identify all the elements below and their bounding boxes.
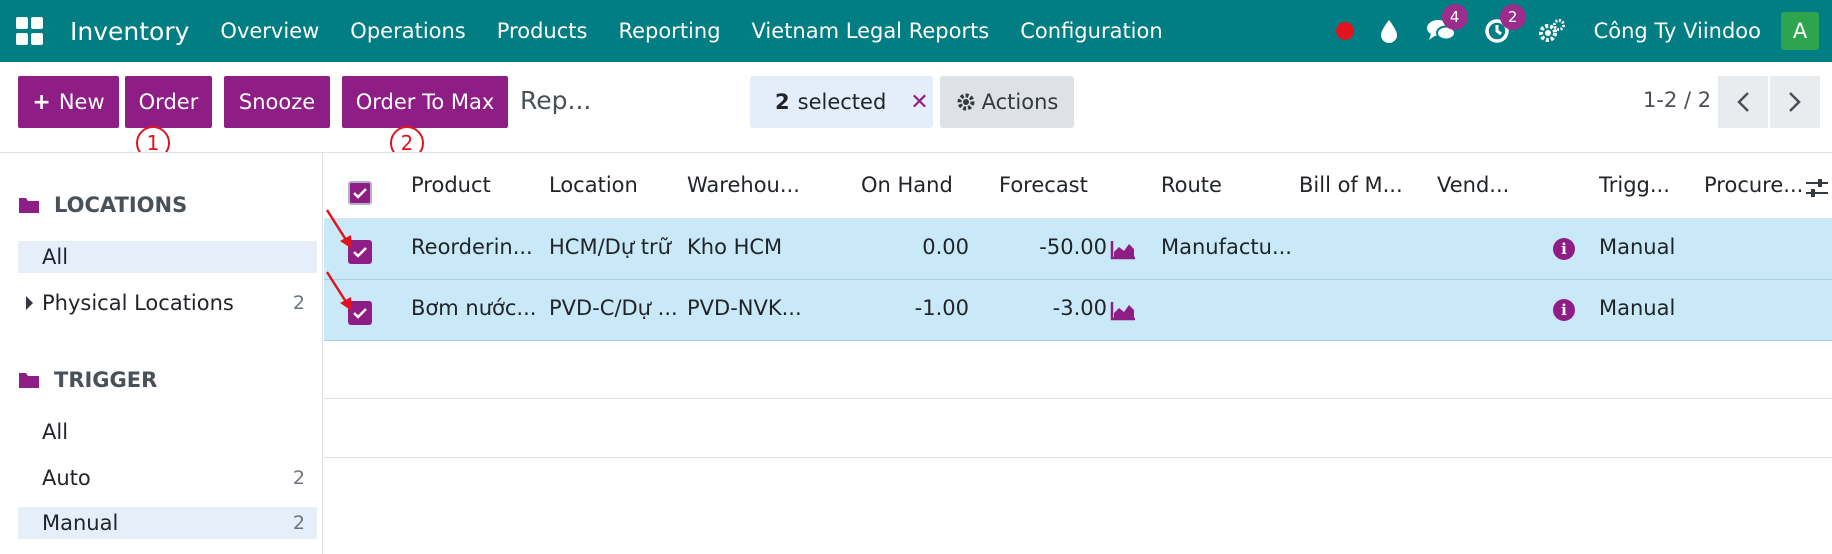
cell-on-hand: -1.00	[914, 296, 969, 320]
empty-row-divider	[324, 398, 1832, 399]
chevron-left-icon	[1737, 92, 1749, 112]
forecast-chart-icon[interactable]	[1110, 301, 1136, 321]
caret-right-icon[interactable]	[26, 296, 33, 310]
new-button[interactable]: + New	[18, 76, 119, 128]
info-icon[interactable]: i	[1553, 238, 1575, 260]
cell-route: Manufactu...	[1161, 235, 1292, 259]
gear-icon	[957, 93, 975, 111]
top-navbar: Inventory Overview Operations Products R…	[0, 0, 1832, 62]
filter-label: All	[42, 245, 69, 269]
column-vendor[interactable]: Vend...	[1437, 173, 1509, 197]
chat-icon[interactable]: 4	[1426, 4, 1468, 44]
menu-vietnam-legal-reports[interactable]: Vietnam Legal Reports	[752, 19, 990, 43]
table-header: Product Location Warehou... On Hand Fore…	[324, 153, 1832, 219]
empty-row-divider	[324, 457, 1832, 458]
cell-forecast: -3.00	[1052, 296, 1107, 320]
column-bill-of-materials[interactable]: Bill of M...	[1299, 173, 1403, 197]
check-icon	[353, 188, 367, 199]
info-icon[interactable]: i	[1553, 299, 1575, 321]
cell-warehouse: PVD-NVK...	[687, 296, 802, 320]
menu-configuration[interactable]: Configuration	[1020, 19, 1162, 43]
filter-count: 2	[292, 467, 305, 489]
pager-value[interactable]: 1-2 / 2	[1643, 88, 1711, 112]
column-procurement[interactable]: Procure...	[1704, 173, 1803, 197]
column-location[interactable]: Location	[549, 173, 638, 197]
company-switcher[interactable]: Công Ty Viindoo	[1594, 19, 1761, 43]
cell-on-hand: 0.00	[922, 235, 969, 259]
clock-icon[interactable]: 2	[1484, 4, 1526, 44]
menu-operations[interactable]: Operations	[350, 19, 465, 43]
list-view: Product Location Warehou... On Hand Fore…	[324, 153, 1832, 554]
search-panel: LOCATIONS All Physical Locations 2 TRIGG…	[0, 153, 323, 554]
menu-products[interactable]: Products	[497, 19, 588, 43]
annotation-arrow-icon	[325, 271, 352, 311]
cell-product: Bơm nước...	[411, 296, 537, 320]
trigger-filter-all[interactable]: All	[18, 416, 317, 448]
avatar[interactable]: A	[1781, 12, 1819, 50]
folder-icon	[19, 373, 39, 388]
pager-previous-button[interactable]	[1718, 76, 1768, 128]
select-all-checkbox[interactable]	[348, 181, 372, 205]
settings-icon[interactable]	[1538, 18, 1566, 44]
cell-forecast: -50.00	[1039, 235, 1107, 259]
order-to-max-button[interactable]: Order To Max	[342, 76, 508, 128]
order-button[interactable]: Order	[125, 76, 212, 128]
record-dot-icon[interactable]	[1335, 22, 1354, 40]
table-row[interactable]: Reorderin... HCM/Dự trữ Kho HCM 0.00 -50…	[324, 219, 1832, 280]
breadcrumb: Rep...	[520, 86, 592, 115]
column-trigger[interactable]: Trigg...	[1599, 173, 1670, 197]
actions-button[interactable]: Actions	[940, 76, 1074, 128]
filter-label: All	[42, 420, 69, 444]
cell-trigger: Manual	[1599, 235, 1676, 259]
menu-overview[interactable]: Overview	[220, 19, 319, 43]
selected-count: 2	[775, 90, 790, 114]
filter-label: Physical Locations	[42, 291, 234, 315]
actions-label: Actions	[981, 90, 1059, 114]
menu-reporting[interactable]: Reporting	[618, 19, 720, 43]
locations-header: LOCATIONS	[18, 193, 187, 217]
locations-title: LOCATIONS	[54, 193, 188, 217]
unselect-close-icon[interactable]: ✕	[910, 90, 928, 115]
activity-badge: 2	[1499, 4, 1526, 30]
cell-product: Reorderin...	[411, 235, 533, 259]
trigger-filter-manual[interactable]: Manual 2	[18, 507, 317, 539]
cell-location: HCM/Dự trữ	[549, 235, 671, 259]
column-warehouse[interactable]: Warehou...	[687, 173, 800, 197]
column-forecast[interactable]: Forecast	[999, 173, 1088, 197]
location-filter-all[interactable]: All	[18, 241, 317, 273]
cell-location: PVD-C/Dự ...	[549, 296, 678, 320]
column-product[interactable]: Product	[411, 173, 491, 197]
optional-columns-toggle-icon[interactable]	[1805, 177, 1829, 199]
filter-label: Auto	[42, 466, 91, 490]
selection-indicator: 2 selected ✕	[750, 76, 933, 128]
app-name[interactable]: Inventory	[70, 17, 189, 46]
selected-text: selected	[797, 90, 887, 114]
chat-badge: 4	[1441, 4, 1468, 30]
column-on-hand[interactable]: On Hand	[861, 173, 953, 197]
new-button-label: New	[58, 90, 105, 114]
filter-label: Manual	[42, 511, 119, 535]
trigger-header: TRIGGER	[18, 368, 157, 392]
forecast-chart-icon[interactable]	[1110, 240, 1136, 260]
annotation-arrow-icon	[325, 209, 352, 249]
trigger-filter-auto[interactable]: Auto 2	[18, 462, 317, 494]
location-filter-physical[interactable]: Physical Locations 2	[18, 287, 317, 319]
filter-count: 2	[292, 292, 305, 314]
column-route[interactable]: Route	[1161, 173, 1222, 197]
cell-warehouse: Kho HCM	[687, 235, 783, 259]
table-row[interactable]: Bơm nước... PVD-C/Dự ... PVD-NVK... -1.0…	[324, 280, 1832, 341]
pager-next-button[interactable]	[1770, 76, 1820, 128]
chevron-right-icon	[1789, 92, 1801, 112]
snooze-button[interactable]: Snooze	[224, 76, 330, 128]
trigger-title: TRIGGER	[54, 368, 158, 392]
filter-count: 2	[292, 512, 305, 534]
plus-icon: +	[32, 89, 51, 115]
cell-trigger: Manual	[1599, 296, 1676, 320]
folder-icon	[19, 198, 39, 213]
drop-icon[interactable]	[1380, 19, 1398, 43]
apps-grid-icon[interactable]	[16, 17, 44, 45]
